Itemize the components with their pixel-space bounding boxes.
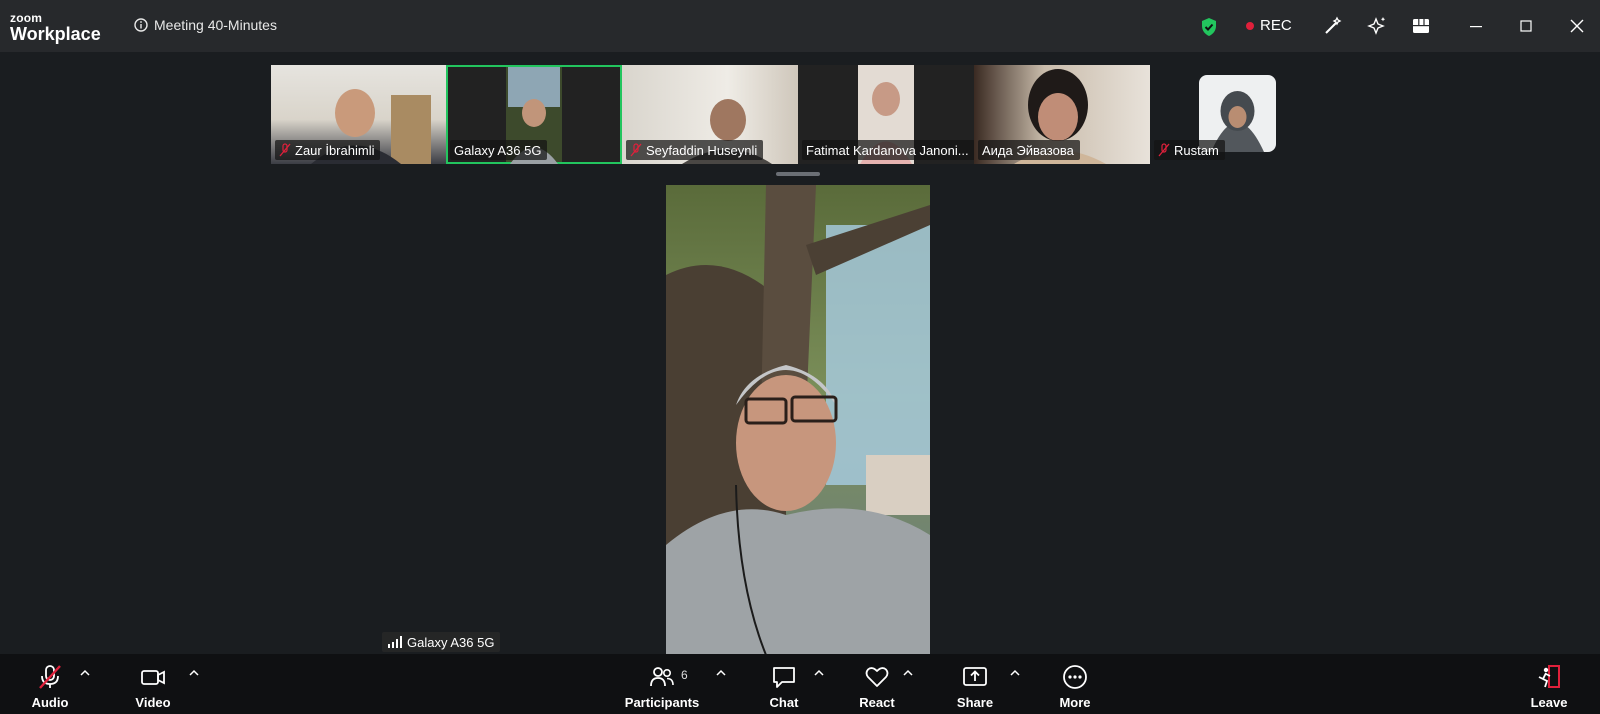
react-label: React	[859, 694, 895, 710]
leave-icon	[1538, 664, 1560, 688]
participants-count: 6	[681, 668, 688, 682]
camera-icon	[141, 669, 165, 685]
participant-name: Аида Эйвазова	[982, 142, 1074, 158]
minimize-icon[interactable]	[1467, 17, 1485, 35]
meeting-info[interactable]: Meeting 40-Minutes	[134, 17, 277, 33]
meeting-toolbar: Audio Video Participants 6 Chat React Sh…	[0, 654, 1600, 714]
title-bar: zoom Workplace Meeting 40-Minutes REC	[0, 0, 1600, 52]
recording-indicator[interactable]: REC	[1246, 17, 1292, 34]
participant-label: Galaxy A36 5G	[450, 140, 548, 160]
participant-name: Seyfaddin Huseynli	[646, 142, 758, 158]
mic-off-icon	[630, 143, 642, 157]
share-options-caret[interactable]	[1010, 669, 1020, 677]
share-label: Share	[956, 694, 994, 710]
participant-label: Rustam	[1154, 140, 1225, 160]
maximize-icon[interactable]	[1517, 17, 1535, 35]
mic-off-icon	[39, 664, 61, 689]
participant-tile[interactable]: Rustam	[1150, 65, 1276, 164]
more-label: More	[1059, 694, 1091, 710]
rec-dot	[1246, 21, 1254, 30]
chat-options-caret[interactable]	[814, 669, 824, 677]
participant-label: Seyfaddin Huseynli	[626, 140, 764, 160]
app-logo: zoom Workplace	[10, 12, 101, 43]
heart-icon	[865, 666, 889, 687]
react-button[interactable]: React	[856, 654, 898, 714]
participants-button[interactable]: Participants	[622, 654, 702, 714]
chat-button[interactable]: Chat	[766, 654, 802, 714]
participant-tile-active[interactable]: Galaxy A36 5G	[446, 65, 622, 164]
rec-label: REC	[1260, 17, 1292, 34]
participants-label: Participants	[624, 694, 700, 710]
meeting-title: Meeting 40-Minutes	[154, 17, 277, 33]
participant-label: Аида Эйвазова	[978, 140, 1080, 160]
mic-off-icon	[279, 143, 291, 157]
participant-name: Galaxy A36 5G	[454, 142, 542, 158]
main-video[interactable]	[666, 185, 930, 655]
more-button[interactable]: More	[1055, 654, 1095, 714]
share-button[interactable]: Share	[954, 654, 996, 714]
participant-label: Fatimat Kardanova Janoni...	[802, 140, 974, 160]
close-icon[interactable]	[1568, 17, 1586, 35]
main-video-name: Galaxy A36 5G	[407, 634, 495, 650]
chat-icon	[773, 666, 795, 688]
participant-name: Fatimat Kardanova Janoni...	[806, 142, 969, 158]
participant-label: Zaur İbrahimli	[275, 140, 381, 160]
participant-tile[interactable]: Fatimat Kardanova Janoni...	[798, 65, 974, 164]
share-icon	[963, 666, 987, 686]
brand-workplace: Workplace	[10, 24, 101, 44]
brand-zoom: zoom	[10, 11, 43, 25]
magic-wand-icon[interactable]	[1323, 16, 1343, 36]
grid-icon[interactable]	[1411, 16, 1431, 36]
participant-tile[interactable]: Zaur İbrahimli	[271, 65, 446, 164]
speaker-video	[666, 185, 930, 655]
video-options-caret[interactable]	[189, 669, 199, 677]
react-options-caret[interactable]	[903, 669, 913, 677]
signal-icon	[388, 636, 402, 648]
video-label: Video	[135, 694, 171, 710]
participant-tile[interactable]: Аида Эйвазова	[974, 65, 1150, 164]
audio-label: Audio	[31, 694, 69, 710]
participant-tile[interactable]: Seyfaddin Huseynli	[622, 65, 798, 164]
participants-icon	[650, 666, 674, 686]
leave-button[interactable]: Leave	[1528, 654, 1570, 714]
participant-name: Rustam	[1174, 142, 1219, 158]
mic-off-icon	[1158, 143, 1170, 157]
video-button[interactable]: Video	[128, 654, 178, 714]
main-video-label: Galaxy A36 5G	[382, 632, 501, 652]
participant-name: Zaur İbrahimli	[295, 142, 375, 158]
info-icon	[134, 18, 148, 32]
leave-label: Leave	[1530, 694, 1568, 710]
audio-options-caret[interactable]	[80, 669, 90, 677]
audio-button[interactable]: Audio	[26, 654, 74, 714]
shield-icon[interactable]	[1200, 17, 1218, 37]
participants-options-caret[interactable]	[716, 669, 726, 677]
more-icon	[1063, 664, 1087, 689]
pane-resize-handle[interactable]	[776, 172, 820, 176]
chat-label: Chat	[769, 694, 799, 710]
sparkle-icon[interactable]	[1367, 16, 1387, 36]
